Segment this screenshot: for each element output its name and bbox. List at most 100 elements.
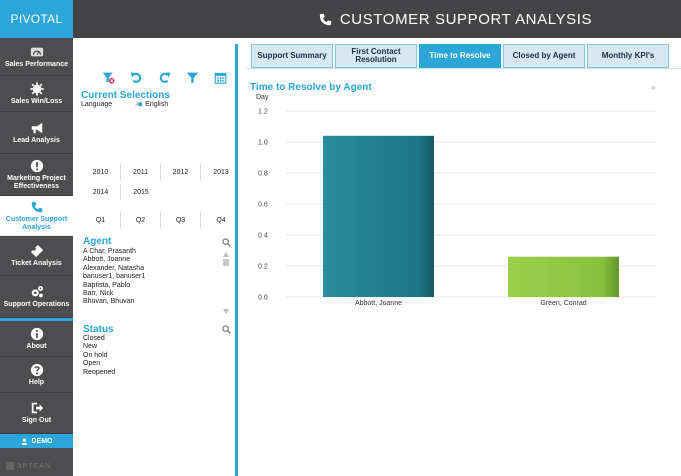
nav-item-marketing-project[interactable]: Marketing Project Effectiveness (0, 154, 73, 196)
nav-label: Marketing Project Effectiveness (7, 175, 66, 190)
header-bar: PIVOTAL CUSTOMER SUPPORT ANALYSIS (0, 0, 681, 38)
nav-label: Sales Win/Loss (10, 97, 63, 105)
nav-label: Sign Out (21, 417, 52, 425)
y-tick-label: 0.8 (258, 171, 268, 178)
y-axis-label: Day (256, 94, 269, 101)
y-tick-label: 1.2 (258, 109, 268, 116)
tab-underline (246, 68, 681, 69)
quarter-q1[interactable]: Q1 (81, 212, 121, 228)
year-2010[interactable]: 2010 (81, 164, 121, 180)
y-tick-label: 0.0 (258, 295, 268, 302)
sidebar-nav: Sales Performance Sales Win/Loss Lead An… (0, 38, 73, 476)
question-circle-icon (30, 363, 44, 377)
nav-item-sales-winloss[interactable]: Sales Win/Loss (0, 76, 73, 112)
clear-filter-icon[interactable] (101, 70, 115, 84)
scroll-up-arrow-icon[interactable] (223, 252, 229, 257)
nav-label: Customer Support Analysis (5, 216, 68, 231)
list-item[interactable]: Barr, Nick (83, 290, 145, 298)
tab-bar: Support Summary First Contact Resolution… (251, 44, 669, 68)
cogs-icon (30, 285, 44, 299)
list-item[interactable]: A Char, Prasanth (83, 248, 145, 256)
eraser-icon[interactable] (134, 101, 143, 108)
year-2012[interactable]: 2012 (161, 164, 201, 180)
scroll-down-arrow-icon[interactable] (223, 309, 229, 314)
demo-user-badge[interactable]: DEMO (0, 434, 73, 448)
scroll-thumb[interactable] (223, 259, 229, 266)
nav-label: Help (28, 378, 45, 386)
quarter-q2[interactable]: Q2 (121, 212, 161, 228)
info-circle-icon (30, 327, 44, 341)
quarter-q3[interactable]: Q3 (161, 212, 201, 228)
list-item[interactable]: Reopened (83, 369, 115, 377)
nav-item-lead-analysis[interactable]: Lead Analysis (0, 112, 73, 154)
current-selections-title: Current Selections (81, 90, 170, 101)
agent-list-scrollbar[interactable] (223, 252, 229, 314)
list-item[interactable]: Closed (83, 335, 115, 343)
y-tick-label: 0.6 (258, 202, 268, 209)
nav-label: Lead Analysis (13, 136, 60, 144)
list-item[interactable]: New (83, 343, 115, 351)
status-list-title: Status (83, 324, 114, 335)
agent-list: A Char, Prasanth Abbott, Joanne Alexande… (83, 248, 145, 307)
nav-item-about[interactable]: About (0, 321, 73, 357)
list-item[interactable]: Baptista, Pablo (83, 282, 145, 290)
bar-abbott-joanne[interactable] (323, 135, 434, 297)
year-2011[interactable]: 2011 (121, 164, 161, 180)
search-icon[interactable] (222, 325, 231, 334)
x-tick-label: Green, Conrad (540, 300, 586, 307)
selection-panel: Current Selections Language English 2010… (73, 38, 235, 476)
sign-out-icon (30, 401, 44, 415)
app: PIVOTAL CUSTOMER SUPPORT ANALYSIS Sales … (0, 0, 681, 476)
year-2014[interactable]: 2014 (81, 184, 121, 200)
y-tick-label: 0.2 (258, 264, 268, 271)
y-tick-label: 0.4 (258, 233, 268, 240)
calendar-icon[interactable] (213, 70, 227, 84)
megaphone-icon (30, 121, 44, 135)
panel-divider (235, 44, 238, 476)
tab-closed-by-agent[interactable]: Closed by Agent (503, 44, 585, 68)
bar-chart: 0.0 0.2 0.4 0.6 0.8 1.0 1.2 Day Abbott, Joanne… (256, 94, 656, 307)
search-icon[interactable] (222, 238, 231, 247)
selection-value[interactable]: English (134, 101, 168, 108)
nav-label: Ticket Analysis (11, 259, 62, 267)
gear-burst-icon (29, 82, 44, 96)
list-item[interactable]: On hold (83, 352, 115, 360)
filter-icon[interactable] (185, 70, 199, 84)
status-list: Closed New On hold Open Reopened (83, 335, 115, 377)
page-title-text: CUSTOMER SUPPORT ANALYSIS (339, 10, 593, 28)
bar-green-conrad[interactable] (508, 256, 619, 297)
selection-toolbar (101, 70, 227, 84)
quarter-row: Q1 Q2 Q3 Q4 (81, 212, 241, 228)
list-item[interactable]: Open (83, 360, 115, 368)
tab-time-to-resolve[interactable]: Time to Resolve (419, 44, 501, 68)
list-item[interactable]: Abbott, Joanne (83, 256, 145, 264)
tab-monthly-kpis[interactable]: Monthly KPI's (587, 44, 669, 68)
list-item[interactable]: Bhuvan, Bhuvan (83, 298, 145, 306)
nav-item-customer-support[interactable]: Customer Support Analysis (0, 196, 73, 236)
list-item[interactable]: banuser1, banuser1 (83, 273, 145, 281)
redo-icon[interactable] (157, 70, 171, 84)
year-2015[interactable]: 2015 (121, 184, 161, 200)
current-selection-row: Language English (81, 101, 168, 108)
year-row-2: 2014 2015 (81, 184, 161, 200)
phone-icon (319, 13, 332, 25)
ticket-icon (30, 244, 44, 258)
dashboard-gauge-icon (30, 45, 44, 59)
selection-field: Language (81, 101, 113, 108)
nav-item-help[interactable]: Help (0, 357, 73, 393)
y-axis-ticks: 0.0 0.2 0.4 0.6 0.8 1.0 1.2 (258, 109, 268, 302)
agent-list-title: Agent (83, 236, 112, 247)
nav-label: Support Operations (3, 300, 70, 308)
list-item[interactable]: Alexander, Natasha (83, 265, 145, 273)
undo-icon[interactable] (129, 70, 143, 84)
y-tick-label: 1.0 (258, 140, 268, 147)
brand-logo[interactable]: PIVOTAL (0, 0, 73, 38)
nav-item-ticket-analysis[interactable]: Ticket Analysis (0, 236, 73, 276)
nav-item-sign-out[interactable]: Sign Out (0, 393, 73, 434)
tab-support-summary[interactable]: Support Summary (251, 44, 333, 68)
nav-item-sales-performance[interactable]: Sales Performance (0, 38, 73, 76)
chart-bars (323, 135, 619, 297)
tab-first-contact-resolution[interactable]: First Contact Resolution (335, 44, 417, 68)
selection-value-text: English (145, 101, 169, 108)
nav-item-support-operations[interactable]: Support Operations (0, 276, 73, 318)
